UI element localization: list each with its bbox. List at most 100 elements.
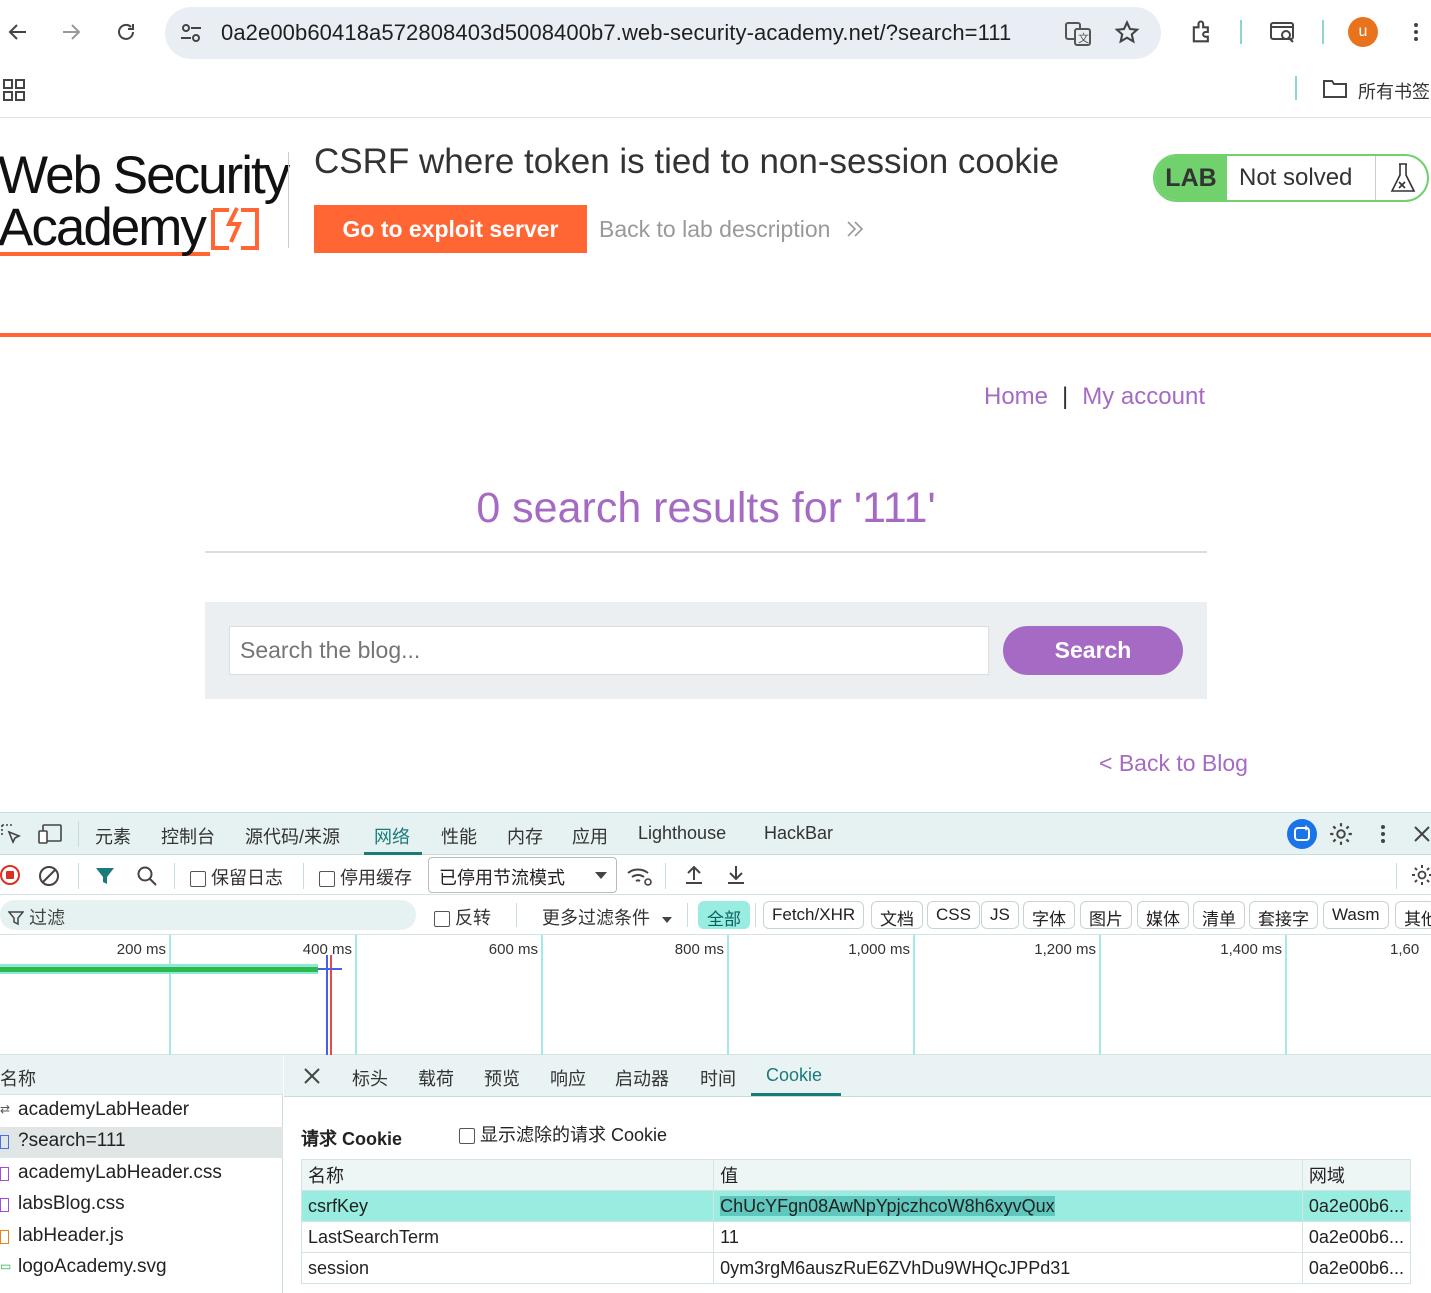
- profile-avatar[interactable]: u: [1348, 17, 1378, 47]
- more-filters-dropdown[interactable]: 更多过滤条件: [542, 904, 673, 930]
- settings-gear-icon[interactable]: [1328, 821, 1354, 852]
- cookie-value[interactable]: 0ym3rgM6auszRuE6ZVhDu9WHQcJPPd31: [713, 1252, 1303, 1284]
- apps-grid-icon[interactable]: [2, 78, 26, 107]
- cookie-row[interactable]: LastSearchTerm 11 0a2e00b6...: [300, 1221, 1412, 1253]
- invert-checkbox[interactable]: 反转: [434, 904, 491, 930]
- throttling-dropdown[interactable]: 已停用节流模式: [428, 857, 617, 893]
- request-row[interactable]: labsBlog.css: [0, 1190, 283, 1221]
- search-tabs-icon[interactable]: [1268, 18, 1298, 51]
- tab-timing[interactable]: 时间: [700, 1065, 736, 1091]
- preserve-log-box[interactable]: [190, 871, 206, 888]
- tab-sources[interactable]: 源代码/来源: [245, 823, 340, 849]
- logo-divider: [288, 152, 289, 248]
- cookie-name: csrfKey: [300, 1190, 715, 1222]
- cookie-row[interactable]: csrfKey ChUcYFgn08AwNpYpjczhcoW8h6xyvQux…: [300, 1190, 1412, 1222]
- tab-network[interactable]: 网络: [374, 823, 410, 849]
- disable-cache-box[interactable]: [319, 871, 335, 888]
- device-toolbar-icon[interactable]: [37, 823, 63, 850]
- filter-chip-other[interactable]: 其他: [1395, 901, 1431, 929]
- filter-chip-socket[interactable]: 套接字: [1249, 901, 1318, 929]
- web-security-academy-logo[interactable]: Web Security Academy: [0, 149, 290, 256]
- filter-chip-manifest[interactable]: 清单: [1193, 901, 1245, 929]
- invert-box[interactable]: [434, 911, 450, 928]
- request-row[interactable]: academyLabHeader.css: [0, 1159, 283, 1190]
- tab-console[interactable]: 控制台: [161, 823, 215, 849]
- search-button[interactable]: Search: [1003, 626, 1183, 675]
- inspect-element-icon[interactable]: [0, 823, 22, 850]
- column-header-domain[interactable]: 网域: [1301, 1159, 1412, 1191]
- cookie-table-header: 名称 值 网域: [300, 1159, 1412, 1191]
- network-timeline[interactable]: 200 ms 400 ms 600 ms 800 ms 1,000 ms 1,2…: [0, 935, 1431, 1055]
- filter-funnel-icon[interactable]: [94, 865, 116, 892]
- extensions-icon[interactable]: [1188, 18, 1216, 51]
- more-menu-icon[interactable]: [1410, 18, 1422, 51]
- column-header-value[interactable]: 值: [713, 1159, 1303, 1191]
- cookie-row[interactable]: session 0ym3rgM6auszRuE6ZVhDu9WHQcJPPd31…: [300, 1252, 1412, 1284]
- filter-chip-css[interactable]: CSS: [927, 901, 980, 929]
- column-header-name[interactable]: 名称: [300, 1159, 715, 1191]
- back-to-blog-link[interactable]: < Back to Blog: [1099, 750, 1248, 777]
- back-to-description-link[interactable]: Back to lab description: [599, 216, 865, 243]
- show-filtered-box[interactable]: [459, 1128, 475, 1145]
- preserve-log-checkbox[interactable]: 保留日志: [190, 864, 283, 890]
- exploit-server-button[interactable]: Go to exploit server: [314, 205, 587, 253]
- tab-headers[interactable]: 标头: [352, 1065, 388, 1091]
- request-row[interactable]: labHeader.js: [0, 1222, 283, 1253]
- request-row[interactable]: ▭ logoAcademy.svg: [0, 1253, 283, 1284]
- ai-assistance-icon[interactable]: [1287, 819, 1317, 849]
- import-har-icon[interactable]: [682, 863, 706, 892]
- filter-chip-media[interactable]: 媒体: [1137, 901, 1189, 929]
- network-settings-gear-icon[interactable]: [1410, 863, 1431, 892]
- tab-payload[interactable]: 载荷: [418, 1065, 454, 1091]
- forward-arrow-icon[interactable]: [53, 14, 89, 50]
- cookie-value[interactable]: 11: [713, 1221, 1303, 1253]
- site-info-icon[interactable]: [177, 19, 205, 47]
- tab-lighthouse[interactable]: Lighthouse: [638, 823, 726, 844]
- bookmark-star-icon[interactable]: [1113, 19, 1141, 52]
- address-bar[interactable]: 0a2e00b60418a572808403d5008400b7.web-sec…: [165, 7, 1161, 59]
- filter-chip-wasm[interactable]: Wasm: [1323, 901, 1389, 929]
- tab-cookie[interactable]: Cookie: [766, 1065, 822, 1086]
- search-network-icon[interactable]: [135, 864, 159, 893]
- filter-chip-font[interactable]: 字体: [1023, 901, 1075, 929]
- reload-icon[interactable]: [108, 14, 144, 50]
- cookie-domain: 0a2e00b6...: [1301, 1190, 1412, 1222]
- export-har-icon[interactable]: [724, 863, 748, 892]
- close-detail-icon[interactable]: [302, 1066, 322, 1091]
- filter-chip-doc[interactable]: 文档: [871, 901, 923, 929]
- filter-divider: [687, 903, 688, 927]
- translate-icon[interactable]: 文: [1063, 19, 1093, 54]
- url-text[interactable]: 0a2e00b60418a572808403d5008400b7.web-sec…: [221, 20, 1011, 46]
- request-row[interactable]: ?search=111: [0, 1127, 283, 1158]
- record-stop-icon[interactable]: [0, 865, 20, 885]
- browser-toolbar: 0a2e00b60418a572808403d5008400b7.web-sec…: [0, 0, 1431, 66]
- tab-elements[interactable]: 元素: [95, 823, 131, 849]
- search-input[interactable]: [229, 626, 989, 675]
- cookie-value[interactable]: ChUcYFgn08AwNpYpjczhcoW8h6xyvQux: [713, 1190, 1303, 1222]
- network-conditions-icon[interactable]: [626, 864, 654, 893]
- close-devtools-icon[interactable]: [1412, 823, 1431, 850]
- filter-chip-img[interactable]: 图片: [1080, 901, 1132, 929]
- tab-application[interactable]: 应用: [572, 823, 608, 849]
- all-bookmarks-label[interactable]: 所有书签: [1358, 78, 1430, 104]
- devtools-menu-icon[interactable]: [1377, 821, 1389, 852]
- filter-chip-js[interactable]: JS: [981, 901, 1019, 929]
- active-detail-tab-indicator: [751, 1093, 841, 1096]
- back-arrow-icon[interactable]: [0, 14, 36, 50]
- clear-icon[interactable]: [37, 864, 61, 893]
- tab-memory[interactable]: 内存: [507, 823, 543, 849]
- tab-response[interactable]: 响应: [550, 1065, 586, 1091]
- tab-hackbar[interactable]: HackBar: [764, 823, 833, 844]
- filter-chip-all[interactable]: 全部: [698, 901, 750, 929]
- disable-cache-checkbox[interactable]: 停用缓存: [319, 864, 412, 890]
- filter-input[interactable]: 过滤: [0, 900, 416, 930]
- my-account-link[interactable]: My account: [1082, 383, 1205, 410]
- show-filtered-cookies-checkbox[interactable]: 显示滤除的请求 Cookie: [459, 1121, 667, 1147]
- request-row[interactable]: ⇄ academyLabHeader: [0, 1096, 283, 1127]
- request-list-header[interactable]: 名称: [0, 1055, 283, 1095]
- home-link[interactable]: Home: [984, 383, 1048, 410]
- filter-chip-fetch[interactable]: Fetch/XHR: [763, 901, 865, 929]
- tab-preview[interactable]: 预览: [484, 1065, 520, 1091]
- tab-performance[interactable]: 性能: [441, 823, 477, 849]
- tab-initiator[interactable]: 启动器: [615, 1065, 669, 1091]
